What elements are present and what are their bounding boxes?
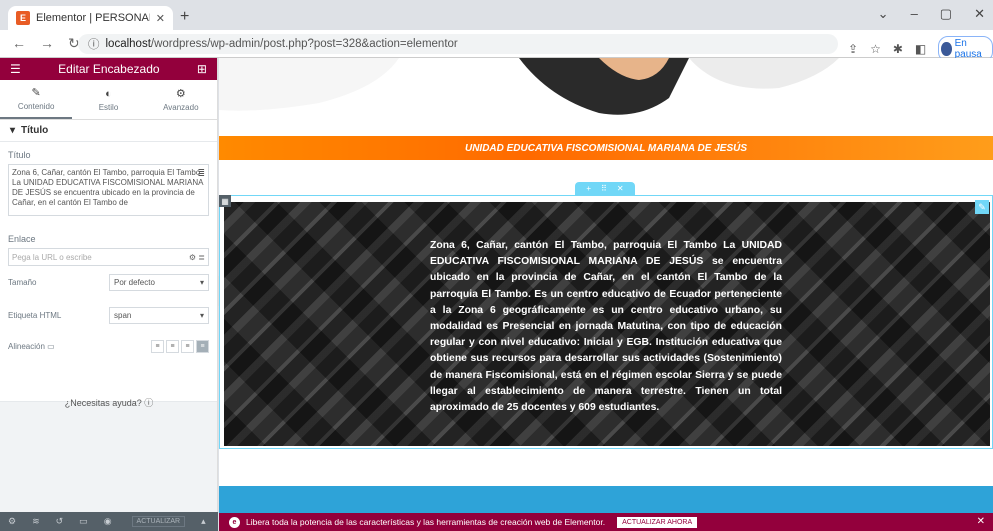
align-right-icon[interactable]: ≡ [181,340,194,353]
editor-canvas: UNIDAD EDUCATIVA FISCOMISIONAL MARIANA D… [219,58,993,513]
close-icon[interactable]: ✕ [617,184,624,193]
address-bar: ← → ↻ ⓘ localhost /wordpress/wp-admin/po… [0,30,993,62]
html-tag-label: Etiqueta HTML [8,311,62,320]
minimize-icon[interactable]: – [911,6,918,22]
elementor-logo-icon: e [229,516,240,528]
help-text: ¿Necesitas ayuda? [64,398,142,408]
header-image [219,58,993,136]
section-handle[interactable]: + ⠿ ✕ [575,182,635,195]
caret-down-icon: ▾ [10,125,16,136]
tab-contenido[interactable]: ✎ Contenido [0,80,73,119]
url-path: /wordpress/wp-admin/post.php?post=328&ac… [150,38,458,50]
close-icon[interactable]: ✕ [977,516,985,527]
tab-label: Avanzado [163,103,199,112]
settings-icon[interactable]: ⚙ [8,516,16,527]
title-textarea[interactable]: ≣ Zona 6, Cañar, cantón El Tambo, parroq… [8,164,209,216]
widgets-grid-icon[interactable]: ⊞ [197,62,207,76]
title-text-value: Zona 6, Cañar, cantón El Tambo, parroqui… [12,168,203,207]
layers-icon[interactable]: ≋ [32,516,40,527]
html-tag-value: span [114,311,132,320]
tab-estilo[interactable]: ◐ Estilo [72,80,144,119]
edit-pencil-icon[interactable]: ✎ [975,200,989,214]
new-tab-icon[interactable]: + [180,8,189,26]
gear-icon: ⚙ [175,88,186,100]
panel-title: Editar Encabezado [58,62,160,76]
sidebar-icon[interactable]: ◧ [915,42,926,56]
dynamic-tags-icon[interactable]: ≣ [197,168,205,179]
section-toggle-titulo[interactable]: ▾ Título [0,120,217,142]
desktop-icon[interactable]: ▭ [47,342,55,351]
share-icon[interactable]: ⇪ [848,42,858,56]
header-illustration [219,58,993,136]
column-handle-icon[interactable]: ▦ [219,195,231,207]
banner-title: UNIDAD EDUCATIVA FISCOMISIONAL MARIANA D… [464,142,748,154]
tab-label: Estilo [98,102,119,112]
alignment-buttons: ≡ ≡ ≡ ≡ [151,340,209,353]
html-tag-select[interactable]: span ▾ [109,307,209,324]
drag-handle-icon[interactable]: ⠿ [601,184,607,193]
window-controls: ⌄ – ▢ ✕ [878,6,985,22]
align-justify-icon[interactable]: ≡ [196,340,209,353]
update-now-button[interactable]: ACTUALIZAR AHORA [617,516,698,528]
alignment-label: Alineación [8,342,45,351]
size-select[interactable]: Por defecto ▾ [109,274,209,291]
hamburger-menu-icon[interactable]: ☰ [10,62,21,76]
text-block-background: Zona 6, Cañar, cantón El Tambo, parroqui… [224,202,990,446]
promo-notice-bar: e Libera toda la potencia de las caracte… [219,513,993,531]
link-options-icon[interactable]: ⚙ ≣ [189,253,205,262]
question-icon: ⓘ [144,398,154,408]
responsive-icon[interactable]: ▭ [79,516,88,527]
preview-eye-icon[interactable]: ◉ [104,516,112,527]
site-info-icon[interactable]: ⓘ [88,36,100,52]
section-title: Título [21,125,49,136]
align-left-icon[interactable]: ≡ [151,340,164,353]
chevron-down-icon: ▾ [199,278,204,287]
description-text[interactable]: Zona 6, Cañar, cantón El Tambo, parroqui… [430,238,782,416]
tab-title: Elementor | PERSONAL2 [36,12,150,24]
align-center-icon[interactable]: ≡ [166,340,179,353]
html-tag-row: Etiqueta HTML span ▾ [0,299,217,332]
add-icon[interactable]: + [586,184,591,193]
chevron-up-icon[interactable]: ▴ [201,516,206,527]
bookmark-star-icon[interactable]: ☆ [870,42,881,56]
panel-tabs: ✎ Contenido ◐ Estilo ⚙ Avanzado [0,80,217,120]
profile-status: En pausa [954,38,982,60]
chevron-down-icon[interactable]: ⌄ [878,6,889,22]
close-window-icon[interactable]: ✕ [974,6,985,22]
browser-tab[interactable]: E Elementor | PERSONAL2 ✕ [8,6,173,30]
chevron-down-icon: ▾ [199,311,204,320]
back-icon[interactable]: ← [12,35,26,52]
selected-section[interactable]: Zona 6, Cañar, cantón El Tambo, parroqui… [219,195,993,449]
url-host: localhost [105,38,151,50]
link-label: Enlace [8,234,36,244]
title-label: Título [8,150,31,160]
pencil-icon: ✎ [31,87,41,99]
size-value: Por defecto [114,278,155,287]
panel-footer: ⚙ ≋ ↺ ▭ ◉ ACTUALIZAR ▴ [0,512,218,531]
title-banner: UNIDAD EDUCATIVA FISCOMISIONAL MARIANA D… [219,136,993,160]
extensions-icon[interactable]: ✱ [893,42,903,56]
panel-header: ☰ Editar Encabezado ⊞ [0,58,217,80]
elementor-panel: ☰ Editar Encabezado ⊞ ✎ Contenido ◐ Esti… [0,58,218,531]
tab-label: Contenido [17,102,55,111]
browser-tab-bar: E Elementor | PERSONAL2 ✕ + ⌄ – ▢ ✕ [0,0,993,30]
size-label: Tamaño [8,278,37,287]
size-row: Tamaño Por defecto ▾ [0,266,217,299]
maximize-icon[interactable]: ▢ [940,6,952,22]
tab-avanzado[interactable]: ⚙ Avanzado [145,80,217,119]
update-button[interactable]: ACTUALIZAR [131,516,186,527]
help-link[interactable]: ¿Necesitas ayuda? ⓘ [0,396,218,409]
history-icon[interactable]: ↺ [56,516,64,527]
link-placeholder: Pega la URL o escribe [12,252,92,262]
close-tab-icon[interactable]: ✕ [156,12,165,25]
forward-icon[interactable]: → [40,35,54,52]
notice-text: Libera toda la potencia de las caracterí… [246,517,606,527]
elementor-favicon-icon: E [16,11,30,25]
link-input[interactable]: Pega la URL o escribe ⚙ ≣ [8,248,209,266]
alignment-row: Alineación ▭ ≡ ≡ ≡ ≡ [0,332,217,361]
footer-blue-section [219,486,993,513]
avatar [941,42,952,56]
contrast-icon: ◐ [105,87,112,100]
url-field[interactable]: ⓘ localhost /wordpress/wp-admin/post.php… [78,34,838,54]
